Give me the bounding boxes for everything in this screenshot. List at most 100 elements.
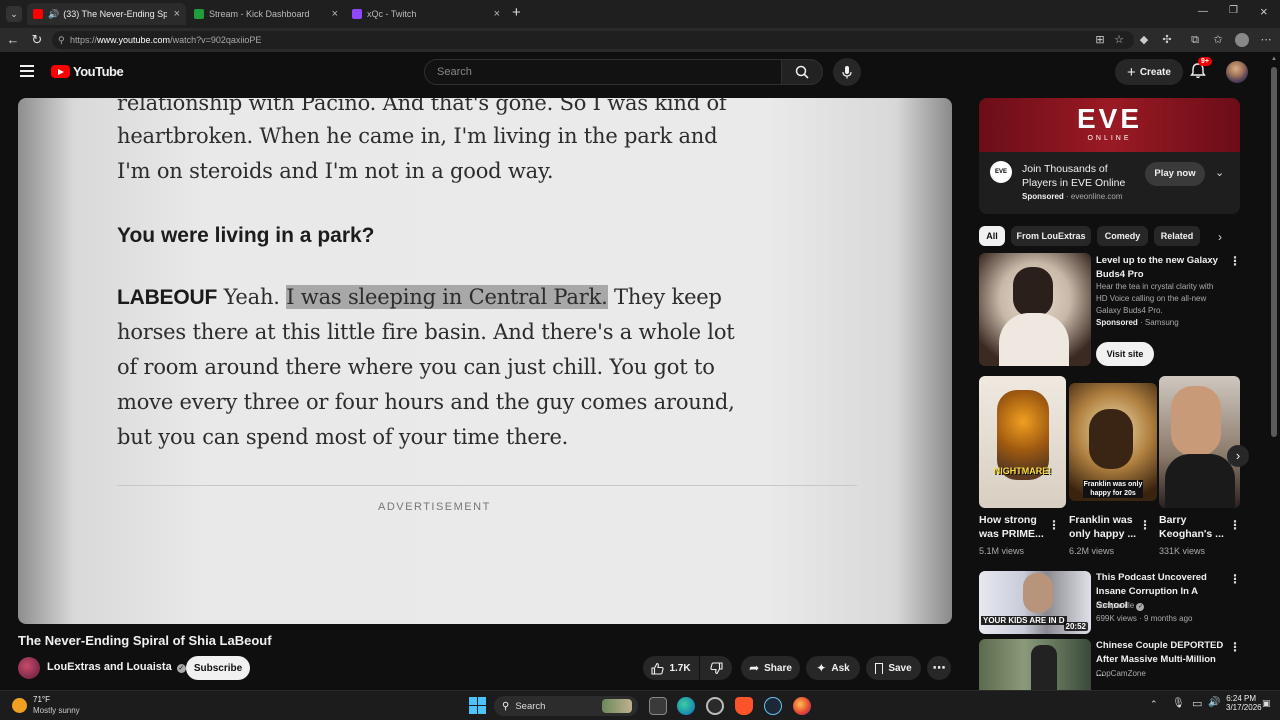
tab-title: Stream - Kick Dashboard [209, 9, 310, 19]
speaker-name: LABEOUF [117, 286, 218, 309]
subscribe-button[interactable]: Subscribe [186, 656, 250, 680]
minimize-icon[interactable]: — [1198, 6, 1208, 17]
favorite-star-icon[interactable]: ☆ [1112, 33, 1126, 47]
show-hidden-icons-icon[interactable]: ⌃ [1150, 699, 1158, 710]
search-input[interactable]: Search [424, 59, 782, 85]
back-icon[interactable]: ← [5, 32, 21, 47]
windows-start-icon[interactable] [469, 697, 486, 714]
task-view-icon[interactable] [649, 697, 667, 715]
reader-view-icon[interactable]: ⊞ [1093, 33, 1107, 47]
more-vertical-icon[interactable]: ⋮ [1229, 255, 1241, 267]
save-button[interactable]: Save [866, 656, 921, 680]
favorites-icon[interactable]: ✩ [1211, 33, 1225, 47]
search-placeholder: Search [437, 66, 472, 78]
extension-icon[interactable]: ◆ [1137, 33, 1151, 47]
close-tab-icon[interactable]: × [494, 8, 500, 20]
short-title[interactable]: How strong was PRIME... [979, 513, 1051, 541]
clock[interactable]: 6:24 PM 3/17/2026 [1226, 694, 1262, 712]
short-thumbnail[interactable]: Franklin was only happy for 20s [1069, 383, 1157, 501]
more-actions-button[interactable]: ⋯ [927, 656, 951, 680]
share-button[interactable]: ➦ Share [741, 656, 800, 680]
notifications-button[interactable]: 9+ [1190, 57, 1212, 82]
more-vertical-icon[interactable]: ⋮ [1048, 519, 1060, 531]
reload-icon[interactable]: ↻ [29, 32, 45, 48]
network-icon[interactable]: ▭ [1192, 697, 1202, 710]
more-vertical-icon[interactable]: ⋮ [1229, 519, 1241, 531]
shorts-next-button[interactable]: › [1227, 445, 1249, 467]
kick-icon [194, 9, 204, 19]
steam-icon[interactable] [764, 697, 782, 715]
new-tab-icon[interactable]: + [512, 4, 521, 21]
close-tab-icon[interactable]: × [332, 8, 338, 20]
video-channel-name[interactable]: oompaville [1096, 601, 1134, 610]
video-player[interactable]: relationship with Pacino. And that's gon… [18, 98, 952, 624]
chevron-right-icon[interactable]: › [1218, 230, 1222, 244]
sponsored-label: Sponsored [1022, 192, 1064, 201]
short-title[interactable]: Franklin was only happy ... [1069, 513, 1141, 541]
create-button[interactable]: + Create [1115, 59, 1183, 85]
samsung-ad-thumbnail[interactable] [979, 253, 1091, 366]
short-thumbnail[interactable] [1159, 376, 1240, 508]
youtube-icon [33, 9, 43, 19]
channel-name[interactable]: LouExtras and Louaista ✓ [47, 661, 186, 673]
more-vertical-icon[interactable]: ⋮ [1139, 519, 1151, 531]
hamburger-menu-icon[interactable] [20, 65, 34, 77]
split-screen-icon[interactable]: ⧉ [1188, 33, 1202, 47]
scroll-up-icon[interactable]: ▲ [1271, 56, 1277, 62]
volume-icon[interactable]: 🔊 [1208, 697, 1220, 708]
sponsored-ad-card[interactable]: EVE ONLINE EVE Join Thousands of Players… [979, 98, 1240, 214]
obs-icon[interactable] [706, 697, 724, 715]
video-thumbnail[interactable]: YOUR KIDS ARE IN D 20:52 [979, 571, 1091, 634]
video-answer-line: LABEOUF Yeah. I was sleeping in Central … [117, 285, 722, 310]
site-info-icon[interactable]: ⚲ [58, 35, 65, 46]
taskbar-search[interactable]: ⚲ Search [494, 696, 638, 716]
tab-youtube[interactable]: 🔊 (33) The Never-Ending Spiral of Shia L… [27, 3, 186, 25]
chip-related[interactable]: Related [1154, 226, 1200, 246]
tab-kick[interactable]: Stream - Kick Dashboard × [188, 3, 344, 25]
firefox-icon[interactable] [793, 697, 811, 715]
dislike-button[interactable] [700, 656, 732, 680]
video-channel-name[interactable]: CopCamZone [1096, 668, 1146, 680]
close-tab-icon[interactable]: × [174, 8, 180, 20]
short-title[interactable]: Barry Keoghan's ... [1159, 513, 1227, 541]
url-host: www.youtube.com [97, 35, 171, 45]
channel-avatar[interactable] [18, 657, 40, 679]
url-field[interactable]: https://www.youtube.com/watch?v=902qaxii… [52, 31, 1134, 49]
visit-site-button[interactable]: Visit site [1096, 342, 1154, 366]
more-vertical-icon[interactable]: ⋮ [1229, 573, 1241, 585]
tab-twitch[interactable]: xQc - Twitch × [346, 3, 506, 25]
puzzle-extension-icon[interactable]: ✣ [1160, 33, 1174, 47]
notification-badge: 9+ [1198, 57, 1212, 66]
chip-all[interactable]: All [979, 226, 1005, 246]
microphone-icon[interactable]: 🎙 [1172, 698, 1185, 709]
more-menu-icon[interactable]: ⋯ [1259, 33, 1273, 47]
speaker-icon[interactable]: 🔊 [48, 9, 59, 20]
search-button[interactable] [781, 59, 823, 85]
chip-comedy[interactable]: Comedy [1097, 226, 1148, 246]
edge-browser-icon[interactable] [677, 697, 695, 715]
page-scrollbar[interactable]: ▲ [1268, 52, 1280, 690]
youtube-logo[interactable]: YouTube [51, 64, 124, 79]
avatar[interactable] [1226, 61, 1248, 83]
samsung-ad-title[interactable]: Level up to the new Galaxy Buds4 Pro [1096, 254, 1226, 282]
video-thumbnail[interactable] [979, 639, 1091, 690]
close-window-icon[interactable]: × [1260, 4, 1268, 19]
voice-search-button[interactable] [833, 58, 861, 86]
chip-from-louextras[interactable]: From LouExtras [1011, 226, 1091, 246]
scrollbar-thumb[interactable] [1271, 67, 1277, 437]
plus-icon: + [1127, 63, 1136, 81]
play-now-button[interactable]: Play now [1145, 162, 1205, 186]
like-button[interactable]: 1.7K [643, 656, 699, 680]
notification-center-icon[interactable]: ▣ [1262, 698, 1271, 709]
more-vertical-icon[interactable]: ⋮ [1229, 641, 1241, 653]
chevron-down-icon[interactable]: ⌄ [1215, 166, 1224, 179]
ask-button[interactable]: ✦ Ask [806, 656, 860, 680]
brave-browser-icon[interactable] [735, 697, 753, 715]
verified-icon: ✓ [176, 664, 186, 673]
short-thumbnail[interactable]: NIGHTMARE! [979, 376, 1066, 508]
youtube-wordmark: YouTube [73, 64, 124, 79]
profile-icon[interactable] [1235, 33, 1249, 47]
tab-actions-icon[interactable]: ⌄ [6, 6, 22, 22]
maximize-icon[interactable]: ❐ [1229, 5, 1238, 16]
browser-tab-bar: ⌄ 🔊 (33) The Never-Ending Spiral of Shia… [0, 0, 1280, 28]
